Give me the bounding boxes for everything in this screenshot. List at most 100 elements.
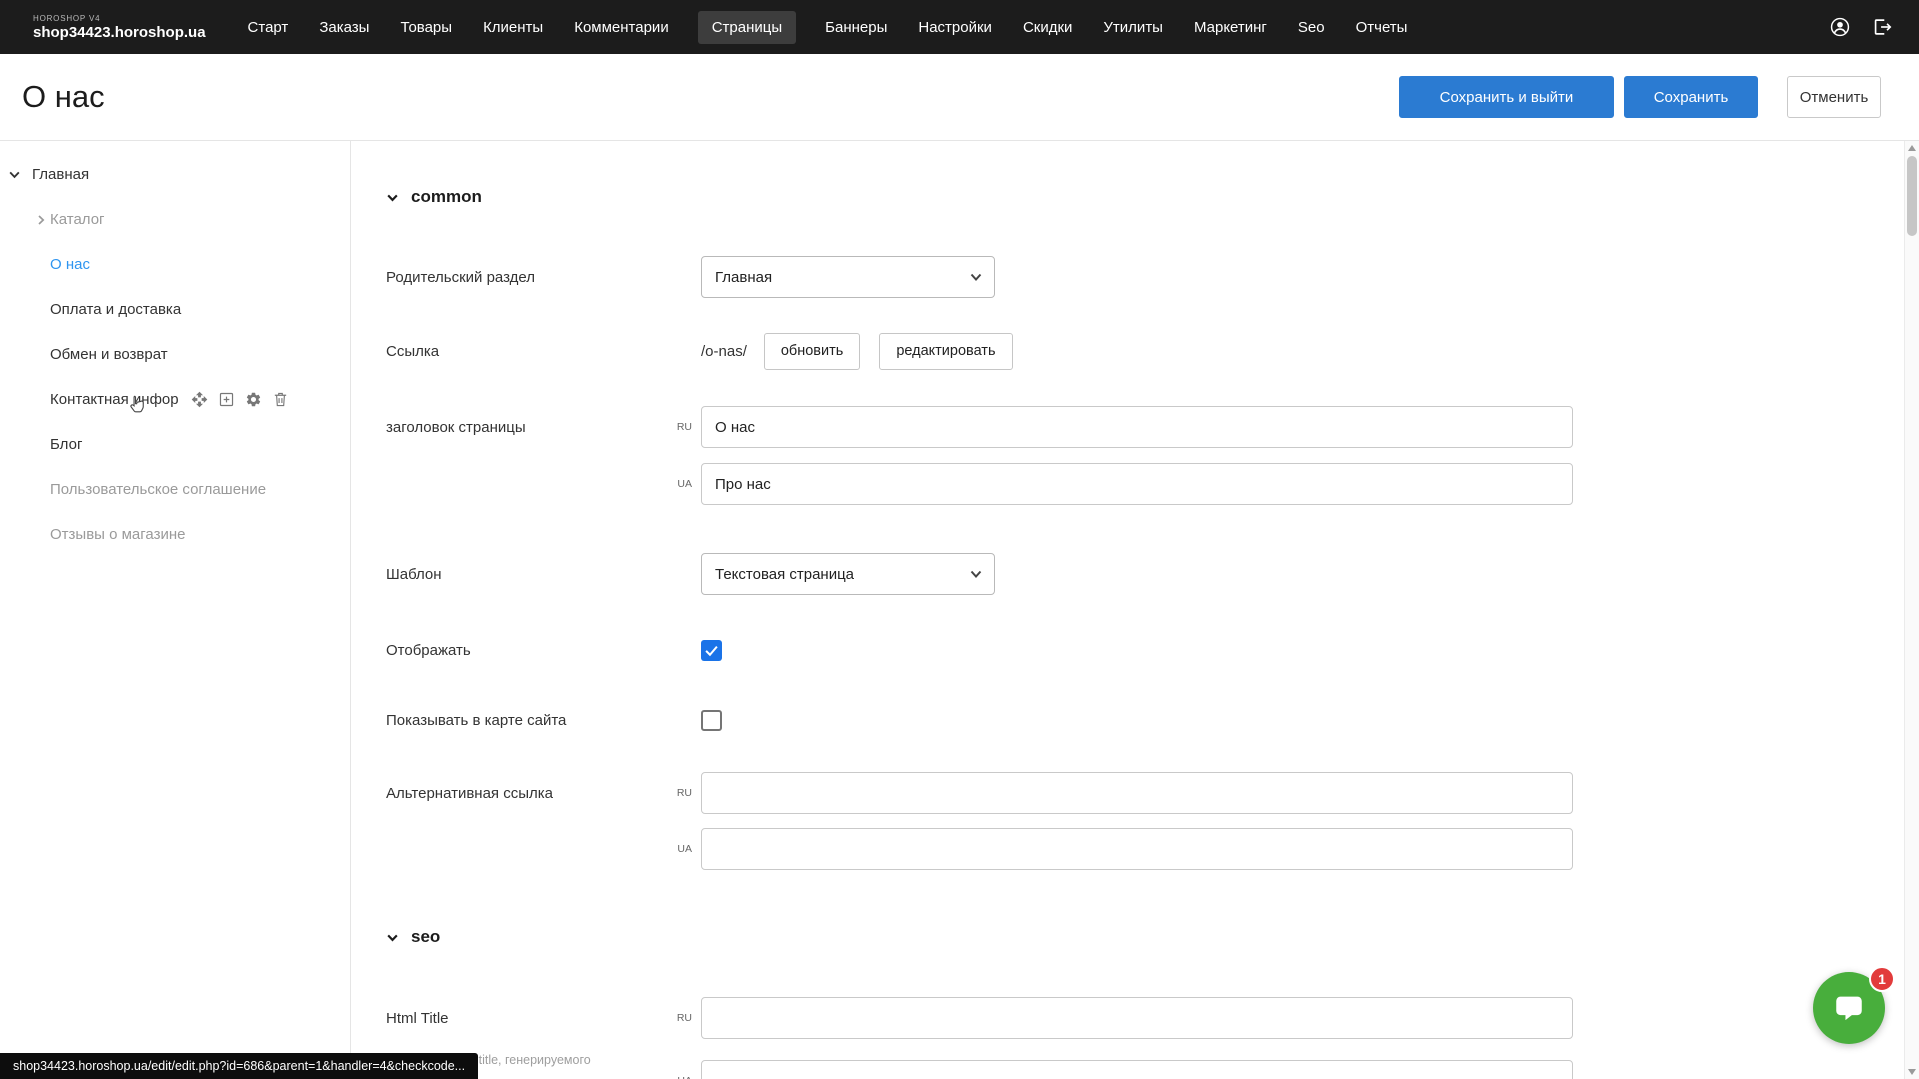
lang-ua-badge: UA (666, 1075, 701, 1079)
sitemap-checkbox[interactable] (701, 710, 722, 731)
page-edit-form: common Родительский раздел Главная Ссылк… (351, 141, 1904, 1079)
menu-orders[interactable]: Заказы (317, 11, 371, 44)
sidebar-item-catalog[interactable]: Каталог (0, 197, 350, 242)
logo-version: HOROSHOP V4 (33, 14, 206, 23)
select-value: Текстовая страница (715, 566, 854, 583)
logo-domain: shop34423.horoshop.ua (33, 24, 206, 41)
logo[interactable]: HOROSHOP V4 shop34423.horoshop.ua (33, 14, 206, 41)
sidebar-item-about[interactable]: О нас (0, 242, 350, 287)
menu-discounts[interactable]: Скидки (1021, 11, 1074, 44)
menu-clients[interactable]: Клиенты (481, 11, 545, 44)
header-buttons: Сохранить и выйти Сохранить Отменить (1399, 76, 1881, 118)
page-title-ua-input[interactable] (701, 463, 1573, 505)
field-parent-section: Родительский раздел Главная (386, 256, 1573, 298)
field-show-in-sitemap: Показывать в карте сайта (386, 699, 1573, 741)
field-alt-link-ua: UA (386, 828, 1573, 870)
settings-icon[interactable] (245, 391, 262, 408)
logout-icon[interactable] (1871, 16, 1893, 38)
menu-start[interactable]: Старт (246, 11, 291, 44)
check-icon (703, 642, 720, 659)
sidebar-item-home[interactable]: Главная (0, 152, 350, 197)
parent-section-select[interactable]: Главная (701, 256, 995, 298)
field-display: Отображать (386, 629, 1573, 671)
menu-reports[interactable]: Отчеты (1354, 11, 1410, 44)
sidebar-item-store-reviews[interactable]: Отзывы о магазине (0, 512, 350, 557)
sidebar-item-exchange-return[interactable]: Обмен и возврат (0, 332, 350, 377)
section-title: seo (411, 927, 440, 947)
menu-products[interactable]: Товары (398, 11, 454, 44)
account-icon[interactable] (1829, 16, 1851, 38)
section-common[interactable]: common (386, 182, 482, 212)
menu-pages[interactable]: Страницы (698, 11, 796, 44)
field-page-title-ua: UA (386, 463, 1573, 505)
menu-settings[interactable]: Настройки (916, 11, 994, 44)
sidebar-item-contact-info[interactable]: Контактная инфор (0, 377, 350, 422)
save-button[interactable]: Сохранить (1624, 76, 1758, 118)
sidebar-item-label: Отзывы о магазине (50, 526, 185, 543)
row-action-icons (191, 391, 289, 408)
page-title-ru-input[interactable] (701, 406, 1573, 448)
scroll-down-arrow-icon[interactable] (1908, 1069, 1916, 1075)
sidebar-item-label: Блог (50, 436, 82, 453)
save-exit-button[interactable]: Сохранить и выйти (1399, 76, 1614, 118)
page-title: О нас (22, 79, 105, 115)
field-html-title-ru: Html Title Полная замена title, генериру… (386, 997, 1573, 1039)
sidebar-item-payment-delivery[interactable]: Оплата и доставка (0, 287, 350, 332)
display-checkbox[interactable] (701, 640, 722, 661)
alt-link-ua-input[interactable] (701, 828, 1573, 870)
field-label: Отображать (386, 642, 701, 659)
status-url-bar: shop34423.horoshop.ua/edit/edit.php?id=6… (0, 1053, 478, 1079)
add-icon[interactable] (218, 391, 235, 408)
chevron-down-icon[interactable] (8, 168, 22, 182)
field-label: Показывать в карте сайта (386, 712, 701, 729)
sidebar-item-label: Обмен и возврат (50, 346, 168, 363)
chevron-down-icon (970, 568, 982, 580)
sidebar-item-label: Пользовательское соглашение (50, 481, 266, 498)
delete-icon[interactable] (272, 391, 289, 408)
sidebar-item-user-agreement[interactable]: Пользовательское соглашение (0, 467, 350, 512)
lang-ru-badge: RU (666, 787, 701, 799)
edit-link-button[interactable]: редактировать (879, 333, 1012, 370)
menu-banners[interactable]: Баннеры (823, 11, 889, 44)
sidebar-item-blog[interactable]: Блог (0, 422, 350, 467)
chevron-right-icon[interactable] (35, 214, 47, 226)
sidebar: Главная Каталог О нас Оплата и доставка … (0, 141, 351, 1079)
cancel-button[interactable]: Отменить (1787, 76, 1881, 118)
template-select[interactable]: Текстовая страница (701, 553, 995, 595)
lang-ru-badge: RU (666, 421, 701, 433)
chevron-down-icon (386, 191, 399, 204)
vertical-scrollbar[interactable] (1904, 141, 1919, 1079)
refresh-link-button[interactable]: обновить (764, 333, 860, 370)
page-header: О нас Сохранить и выйти Сохранить Отмени… (0, 54, 1919, 141)
field-page-title-ru: заголовок страницы RU (386, 406, 1573, 448)
html-title-ua-input[interactable] (701, 1060, 1573, 1079)
field-label: заголовок страницы (386, 419, 666, 436)
section-title: common (411, 187, 482, 207)
field-template: Шаблон Текстовая страница (386, 553, 1573, 595)
move-icon[interactable] (191, 391, 208, 408)
scrollbar-thumb[interactable] (1907, 156, 1917, 236)
lang-ru-badge: RU (666, 1012, 701, 1024)
field-label: Ссылка (386, 343, 701, 360)
field-label: Альтернативная ссылка (386, 785, 666, 802)
section-seo[interactable]: seo (386, 922, 440, 952)
sidebar-item-label: Контактная инфор (50, 391, 179, 408)
alt-link-ru-input[interactable] (701, 772, 1573, 814)
field-link: Ссылка /o-nas/ обновить редактировать (386, 330, 1573, 372)
topbar-icons (1829, 0, 1893, 54)
field-alt-link-ru: Альтернативная ссылка RU (386, 772, 1573, 814)
lang-ua-badge: UA (666, 843, 701, 855)
menu-comments[interactable]: Комментарии (572, 11, 670, 44)
topbar: HOROSHOP V4 shop34423.horoshop.ua Старт … (0, 0, 1919, 54)
main-menu: Старт Заказы Товары Клиенты Комментарии … (246, 11, 1410, 44)
menu-marketing[interactable]: Маркетинг (1192, 11, 1269, 44)
html-title-ru-input[interactable] (701, 997, 1573, 1039)
sidebar-item-label: Каталог (50, 211, 105, 228)
menu-seo[interactable]: Seo (1296, 11, 1327, 44)
field-label: Родительский раздел (386, 269, 701, 286)
scroll-up-arrow-icon[interactable] (1908, 145, 1916, 151)
chat-unread-badge: 1 (1869, 966, 1895, 992)
field-label: Html Title Полная замена title, генериру… (386, 1010, 666, 1027)
sidebar-item-label: Оплата и доставка (50, 301, 181, 318)
menu-utilities[interactable]: Утилиты (1101, 11, 1165, 44)
